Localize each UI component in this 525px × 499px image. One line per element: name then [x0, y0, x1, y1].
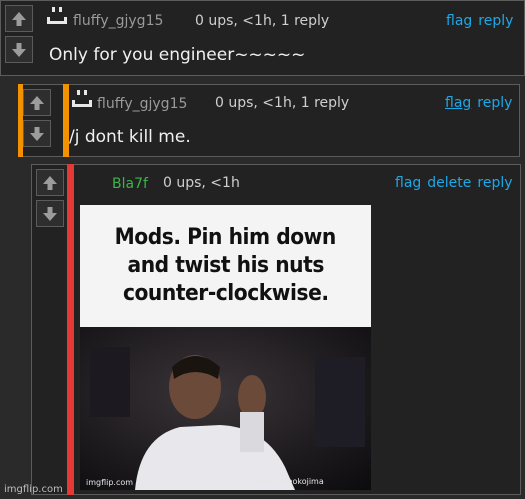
flag-link[interactable]: flag — [395, 175, 421, 191]
downvote-arrow-icon — [12, 42, 26, 57]
comment-actions: flag delete reply — [395, 175, 513, 191]
downvote-button[interactable] — [5, 36, 33, 63]
meme-caption: Mods. Pin him down and twist his nuts co… — [80, 205, 371, 327]
vote-column — [23, 89, 53, 151]
thread-bar-red — [67, 164, 74, 495]
meme-caption-line: counter-clockwise. — [122, 281, 329, 306]
delete-link[interactable]: delete — [427, 175, 471, 191]
comment-actions: flag reply — [446, 13, 513, 29]
meme-watermark: imgflip.com — [86, 478, 134, 487]
comment-meta: 0 ups, <1h, 1 reply — [215, 95, 350, 111]
comment-text: Only for you engineer~~~~~ — [49, 45, 306, 65]
flag-link[interactable]: flag — [445, 95, 471, 111]
avatar-smiley-icon[interactable] — [46, 6, 68, 26]
comment-meta: 0 ups, <1h — [163, 175, 240, 191]
comment-meta: 0 ups, <1h, 1 reply — [195, 13, 330, 29]
upvote-arrow-icon — [30, 95, 44, 110]
reply-link[interactable]: reply — [478, 13, 513, 29]
reply-link[interactable]: reply — [477, 175, 512, 191]
upvote-arrow-icon — [12, 11, 26, 26]
meme-photo — [80, 327, 371, 490]
downvote-arrow-icon — [30, 126, 44, 141]
imgflip-watermark: imgflip.com — [4, 484, 63, 495]
upvote-button[interactable] — [36, 169, 64, 196]
upvote-button[interactable] — [23, 89, 51, 116]
downvote-arrow-icon — [43, 206, 57, 221]
downvote-button[interactable] — [36, 200, 64, 227]
meme-caption-line: Mods. Pin him down — [114, 225, 337, 250]
comment-actions: flag reply — [445, 95, 512, 111]
flag-link[interactable]: flag — [446, 13, 472, 29]
vote-column — [36, 169, 66, 231]
meme-caption-line: and twist his nuts — [127, 253, 324, 278]
downvote-button[interactable] — [23, 120, 51, 147]
meme-image[interactable]: Mods. Pin him down and twist his nuts co… — [80, 205, 371, 490]
comment-text: /j dont kill me. — [69, 127, 191, 147]
username-link[interactable]: fluffy_gjyg15 — [73, 13, 163, 29]
avatar-smiley-icon[interactable] — [71, 89, 93, 109]
vote-column — [5, 5, 35, 67]
reply-link[interactable]: reply — [477, 95, 512, 111]
meme-watermark: @realhideokojima — [252, 477, 324, 486]
comment-2: fluffy_gjyg15 0 ups, <1h, 1 reply flag re… — [18, 84, 520, 157]
username-link[interactable]: Bla7f — [112, 176, 148, 192]
comment-1: fluffy_gjyg15 0 ups, <1h, 1 reply flag re… — [0, 0, 525, 76]
upvote-button[interactable] — [5, 5, 33, 32]
username-link[interactable]: fluffy_gjyg15 — [97, 96, 187, 112]
upvote-arrow-icon — [43, 175, 57, 190]
